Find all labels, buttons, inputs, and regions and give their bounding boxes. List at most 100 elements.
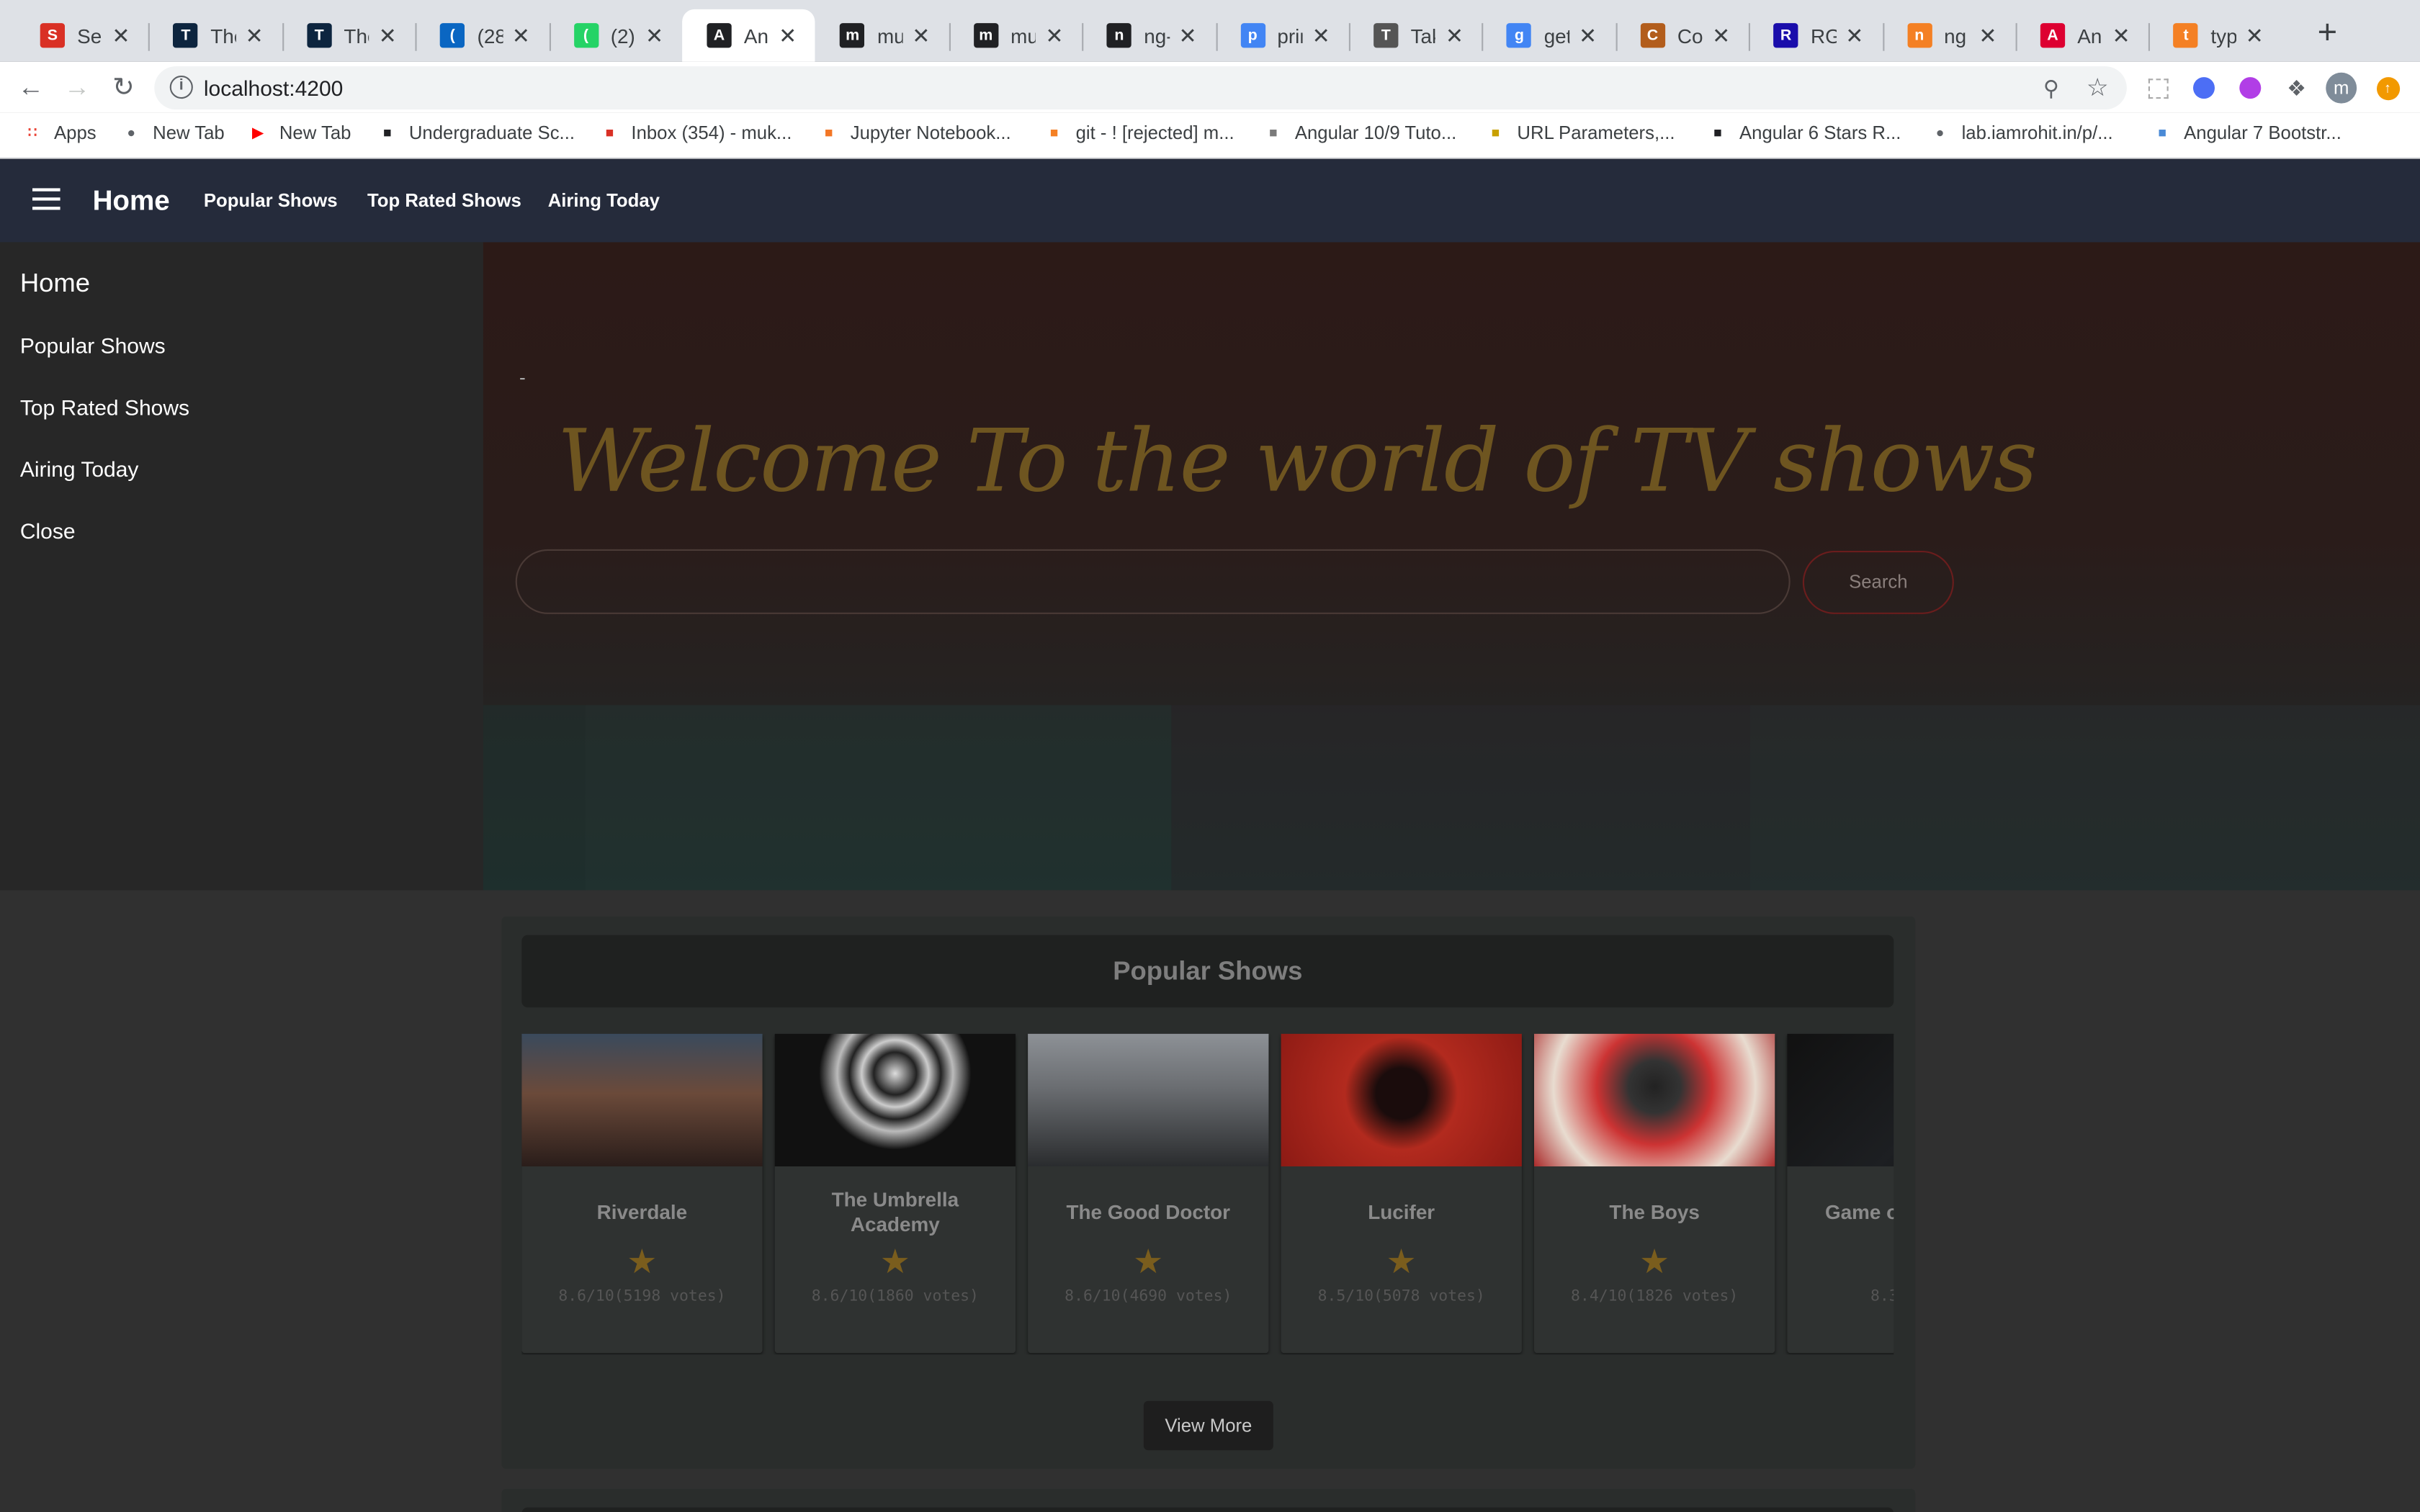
close-tab-icon[interactable]: ✕ bbox=[109, 22, 133, 48]
show-poster-image[interactable] bbox=[1787, 1033, 1894, 1166]
show-title: The Boys bbox=[1609, 1200, 1700, 1224]
extension-check-icon[interactable] bbox=[2189, 73, 2220, 104]
close-tab-icon[interactable]: ✕ bbox=[508, 22, 533, 48]
bookmark-item[interactable]: ● New Tab bbox=[120, 122, 224, 143]
search-button[interactable]: Search bbox=[1802, 551, 1954, 614]
browser-tab-title: print bbox=[1277, 24, 1302, 48]
close-tab-icon[interactable]: ✕ bbox=[2109, 22, 2133, 48]
bookmark-label: Angular 10/9 Tuto... bbox=[1294, 122, 1457, 144]
zoom-icon[interactable]: ⚲ bbox=[2035, 73, 2066, 104]
bookmark-item[interactable]: ■ Angular 7 Bootstr... bbox=[2151, 122, 2341, 143]
close-tab-icon[interactable]: ✕ bbox=[1842, 22, 1867, 48]
browser-tab[interactable]: T The M✕ bbox=[149, 9, 282, 62]
sidenav-item-popular-shows[interactable]: Popular Shows bbox=[20, 333, 166, 358]
nav-top-rated-shows[interactable]: Top Rated Shows bbox=[367, 190, 521, 212]
sidenav-item-top-rated-shows[interactable]: Top Rated Shows bbox=[20, 395, 189, 420]
browser-tab[interactable]: mmukt✕ bbox=[949, 9, 1082, 62]
bookmark-item[interactable]: ■ Angular 6 Stars R... bbox=[1707, 122, 1901, 143]
browser-tab[interactable]: n ng-s✕ bbox=[1083, 9, 1216, 62]
browser-tab[interactable]: ttypes✕ bbox=[2149, 9, 2282, 62]
forward-icon[interactable]: → bbox=[60, 71, 94, 105]
reload-icon[interactable]: ↻ bbox=[107, 71, 140, 105]
close-tab-icon[interactable]: ✕ bbox=[375, 22, 400, 48]
show-title: The Good Doctor bbox=[1066, 1200, 1231, 1224]
show-poster-image[interactable] bbox=[1281, 1033, 1522, 1166]
show-poster-image[interactable] bbox=[1028, 1033, 1269, 1166]
show-card[interactable]: The Boys ★ 8.4/10(1826 votes) bbox=[1534, 1033, 1775, 1354]
address-bar[interactable]: i localhost:4200 ⚲ ☆ bbox=[154, 66, 2127, 110]
bookmark-star-icon[interactable]: ☆ bbox=[2082, 73, 2113, 104]
browser-tab[interactable]: A Angu ✕ bbox=[682, 9, 816, 62]
show-title: Lucifer bbox=[1368, 1200, 1435, 1224]
bookmark-item[interactable]: ∷ Apps bbox=[22, 122, 97, 143]
close-tab-icon[interactable]: ✕ bbox=[776, 22, 800, 48]
show-card[interactable]: Lucifer ★ 8.5/10(5078 votes) bbox=[1281, 1033, 1522, 1354]
show-poster-image[interactable] bbox=[1534, 1033, 1775, 1166]
site-info-icon[interactable]: i bbox=[169, 76, 193, 99]
nav-airing-today[interactable]: Airing Today bbox=[548, 190, 660, 212]
bookmark-item[interactable]: ■ Undergraduate Sc... bbox=[377, 122, 575, 143]
bookmark-label: Angular 7 Bootstr... bbox=[2184, 122, 2341, 144]
sidenav-item-airing-today[interactable]: Airing Today bbox=[20, 456, 139, 481]
browser-tab[interactable]: mmukt✕ bbox=[815, 9, 949, 62]
browser-tab[interactable]: T The M✕ bbox=[282, 9, 416, 62]
bookmark-item[interactable]: ▶ New Tab bbox=[247, 122, 351, 143]
bookmark-item[interactable]: ● lab.iamrohit.in/p/... bbox=[1930, 122, 2113, 143]
close-tab-icon[interactable]: ✕ bbox=[1042, 22, 1067, 48]
extension-purple-icon[interactable] bbox=[2235, 73, 2266, 104]
close-tab-icon[interactable]: ✕ bbox=[1442, 22, 1466, 48]
close-tab-icon[interactable]: ✕ bbox=[1309, 22, 1333, 48]
sidenav-item-home[interactable]: Home bbox=[20, 269, 90, 300]
browser-tab[interactable]: A Angu ✕ bbox=[2016, 9, 2149, 62]
browser-tab[interactable]: T Take✕ bbox=[1349, 9, 1482, 62]
show-poster-image[interactable] bbox=[774, 1033, 1016, 1166]
sidenav-item-close[interactable]: Close bbox=[20, 518, 76, 543]
close-tab-icon[interactable]: ✕ bbox=[1976, 22, 2000, 48]
close-tab-icon[interactable]: ✕ bbox=[242, 22, 266, 48]
show-carousel[interactable]: Riverdale ★ 8.6/10(5198 votes) The Umbrella… bbox=[521, 1033, 1894, 1355]
hamburger-menu-icon[interactable] bbox=[32, 188, 60, 210]
show-search-input[interactable] bbox=[515, 549, 1791, 614]
view-more-button[interactable]: View More bbox=[1143, 1400, 1273, 1451]
extension-grid-icon[interactable] bbox=[2142, 73, 2173, 104]
browser-tab[interactable]: R RGB✕ bbox=[1749, 9, 1882, 62]
extensions-puzzle-icon[interactable]: ❖ bbox=[2281, 73, 2312, 104]
browser-tab[interactable]: pprint ✕ bbox=[1216, 9, 1349, 62]
show-card[interactable]: Riverdale ★ 8.6/10(5198 votes) bbox=[521, 1033, 763, 1354]
apps-grid-icon: ∷ bbox=[27, 124, 37, 140]
close-tab-icon[interactable]: ✕ bbox=[2242, 22, 2267, 48]
angular-icon: A bbox=[707, 23, 732, 48]
bookmark-item[interactable]: ■ Inbox (354) - muk... bbox=[599, 122, 792, 143]
browser-tab[interactable]: S Searc ✕ bbox=[15, 9, 148, 62]
new-tab-button[interactable]: + bbox=[2312, 14, 2343, 52]
show-card[interactable]: The Good Doctor ★ 8.6/10(4690 votes) bbox=[1028, 1033, 1269, 1354]
show-card[interactable]: Game of Thrones ★ 8.3/10(1 bbox=[1787, 1033, 1894, 1354]
bookmark-item[interactable]: ■ git - ! [rejected] m... bbox=[1044, 122, 1234, 143]
app-brand-home[interactable]: Home bbox=[93, 185, 170, 217]
close-tab-icon[interactable]: ✕ bbox=[1575, 22, 1600, 48]
close-tab-icon[interactable]: ✕ bbox=[909, 22, 933, 48]
show-poster-image[interactable] bbox=[521, 1033, 763, 1166]
close-tab-icon[interactable]: ✕ bbox=[1709, 22, 1734, 48]
bookmark-item[interactable]: ■ Jupyter Notebook... bbox=[818, 122, 1011, 143]
back-icon[interactable]: ← bbox=[14, 71, 48, 105]
browser-tab-title: The M bbox=[210, 24, 236, 48]
browser-tab[interactable]: ((28) I✕ bbox=[416, 9, 549, 62]
profile-avatar[interactable]: m bbox=[2326, 72, 2357, 104]
bookmark-item[interactable]: ■ Angular 10/9 Tuto... bbox=[1263, 122, 1456, 143]
hero-backdrop-panel bbox=[1171, 705, 1750, 891]
nav-popular-shows[interactable]: Popular Shows bbox=[204, 190, 338, 212]
show-card[interactable]: The Umbrella Academy ★ 8.6/10(1860 votes) bbox=[774, 1033, 1016, 1354]
close-tab-icon[interactable]: ✕ bbox=[642, 22, 666, 48]
browser-tab[interactable]: g get n✕ bbox=[1482, 9, 1615, 62]
browser-tab[interactable]: n ng co ✕ bbox=[1882, 9, 2015, 62]
browser-tab-title: The M bbox=[344, 24, 369, 48]
browser-tab[interactable]: ((2) W✕ bbox=[549, 9, 682, 62]
bookmark-item[interactable]: ■ URL Parameters,... bbox=[1484, 122, 1675, 143]
update-icon[interactable]: ↑ bbox=[2372, 73, 2403, 104]
hero-backdrop-panel bbox=[585, 705, 1172, 891]
browser-tab[interactable]: C Color✕ bbox=[1615, 9, 1749, 62]
address-bar-url[interactable]: localhost:4200 bbox=[204, 76, 343, 100]
bookmark-label: Inbox (354) - muk... bbox=[631, 122, 792, 144]
close-tab-icon[interactable]: ✕ bbox=[1175, 22, 1200, 48]
